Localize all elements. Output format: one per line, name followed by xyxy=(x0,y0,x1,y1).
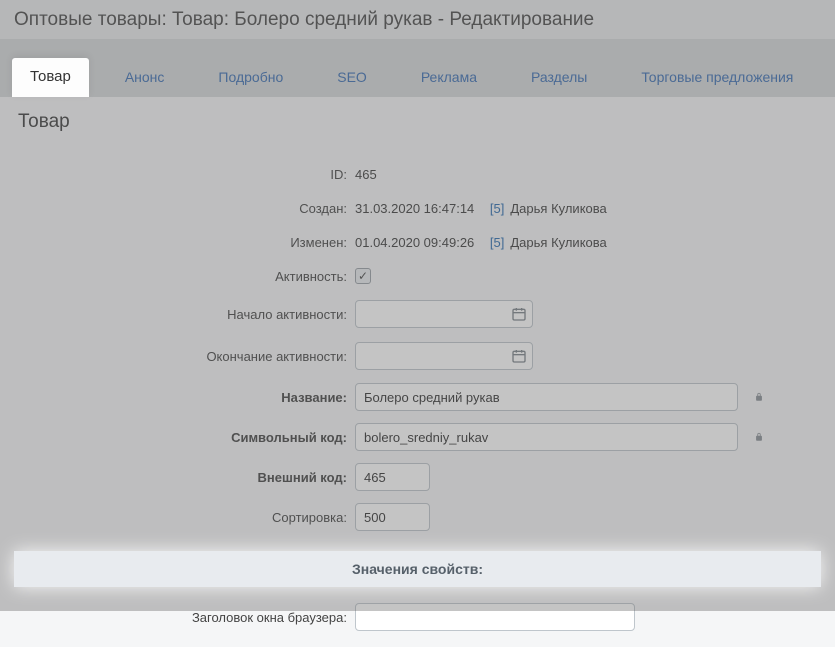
row-activity: Активность: ✓ xyxy=(0,259,835,293)
section-header-properties: Значения свойств: xyxy=(14,551,821,587)
active-from-input[interactable] xyxy=(355,300,533,328)
tab-product[interactable]: Товар xyxy=(12,58,89,97)
page-title: Оптовые товары: Товар: Болеро средний ру… xyxy=(0,0,835,39)
row-sort: Сортировка: xyxy=(0,497,835,537)
row-active-from: Начало активности: xyxy=(0,293,835,335)
browser-title-input[interactable] xyxy=(355,603,635,631)
panel: Товар ID: 465 Создан: 31.03.2020 16:47:1… xyxy=(0,97,835,647)
row-browser-title: Заголовок окна браузера: xyxy=(0,597,835,637)
tab-offers[interactable]: Торговые предложения xyxy=(623,59,811,97)
created-date: 31.03.2020 16:47:14 xyxy=(355,201,474,216)
row-active-to: Окончание активности: xyxy=(0,335,835,377)
label-active-from: Начало активности: xyxy=(0,307,355,322)
label-sort: Сортировка: xyxy=(0,510,355,525)
tab-seo[interactable]: SEO xyxy=(319,59,385,97)
label-id: ID: xyxy=(0,167,355,182)
modified-date: 01.04.2020 09:49:26 xyxy=(355,235,474,250)
sort-input[interactable] xyxy=(355,503,430,531)
label-activity: Активность: xyxy=(0,269,355,284)
external-input[interactable] xyxy=(355,463,430,491)
created-author-id-link[interactable]: [5] xyxy=(490,201,504,216)
row-name: Название: xyxy=(0,377,835,417)
tab-announce[interactable]: Анонс xyxy=(107,59,183,97)
tab-ads[interactable]: Реклама xyxy=(403,59,495,97)
modified-author-id-link[interactable]: [5] xyxy=(490,235,504,250)
label-created: Создан: xyxy=(0,201,355,216)
panel-heading: Товар xyxy=(0,111,835,141)
row-id: ID: 465 xyxy=(0,157,835,191)
active-to-input[interactable] xyxy=(355,342,533,370)
code-input[interactable] xyxy=(355,423,738,451)
name-input[interactable] xyxy=(355,383,738,411)
lock-icon[interactable] xyxy=(750,430,768,444)
label-name: Название: xyxy=(0,390,355,405)
label-code: Символьный код: xyxy=(0,430,355,445)
label-browser-title: Заголовок окна браузера: xyxy=(0,610,355,625)
lock-icon[interactable] xyxy=(750,390,768,404)
label-external: Внешний код: xyxy=(0,470,355,485)
row-created: Создан: 31.03.2020 16:47:14 [5] Дарья Ку… xyxy=(0,191,835,225)
tabs-bar: Товар Анонс Подробно SEO Реклама Разделы… xyxy=(0,39,835,97)
activity-checkbox[interactable]: ✓ xyxy=(355,268,371,284)
row-code: Символьный код: xyxy=(0,417,835,457)
modified-author-name: Дарья Куликова xyxy=(510,235,606,250)
label-modified: Изменен: xyxy=(0,235,355,250)
created-author-name: Дарья Куликова xyxy=(510,201,606,216)
label-active-to: Окончание активности: xyxy=(0,349,355,364)
product-form: ID: 465 Создан: 31.03.2020 16:47:14 [5] … xyxy=(0,157,835,637)
row-external: Внешний код: xyxy=(0,457,835,497)
value-id: 465 xyxy=(355,167,377,182)
tab-sections[interactable]: Разделы xyxy=(513,59,605,97)
tab-detail[interactable]: Подробно xyxy=(200,59,301,97)
row-modified: Изменен: 01.04.2020 09:49:26 [5] Дарья К… xyxy=(0,225,835,259)
